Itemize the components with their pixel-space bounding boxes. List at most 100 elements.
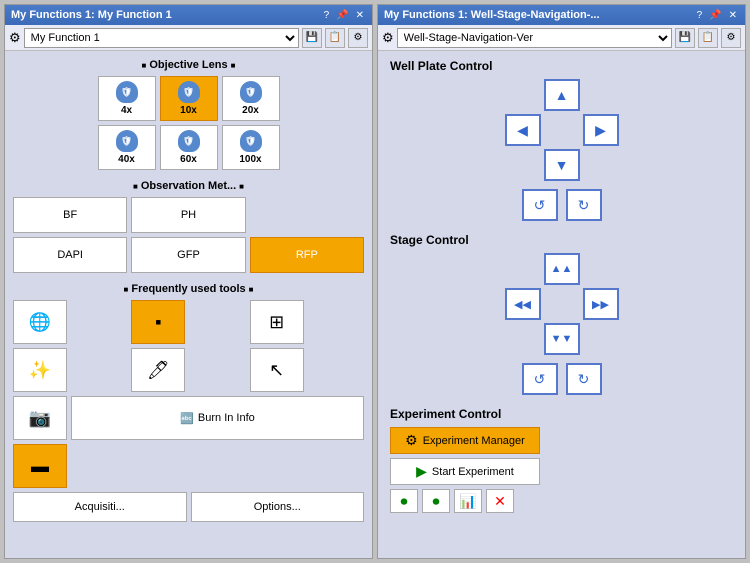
green-circle2-icon: ⏺ [433, 493, 440, 510]
exp-manager-label: Experiment Manager [423, 435, 525, 447]
right-panel: My Functions 1: Well-Stage-Navigation-..… [377, 4, 746, 559]
wp-rotate-right-btn[interactable]: ↻ [566, 189, 602, 221]
tool-split-btn[interactable]: ▪ [131, 300, 185, 344]
obs-gfp-btn[interactable]: GFP [131, 237, 245, 273]
right-save-btn[interactable]: 💾 [675, 28, 695, 48]
tool-wand-btn[interactable]: 🖊 [131, 348, 185, 392]
tool-cursor-btn[interactable]: ↖ [250, 348, 304, 392]
stage-rotate-row: ↺ ↻ [390, 363, 733, 395]
pin-btn[interactable]: 📌 [334, 10, 350, 21]
exp-manager-icon: ⚙ [405, 432, 418, 449]
experiment-manager-btn[interactable]: ⚙ Experiment Manager [390, 427, 540, 454]
help-btn[interactable]: ? [322, 10, 332, 21]
options-btn[interactable]: Options... [191, 492, 365, 522]
lens-4x-icon: 🛡 [116, 81, 138, 103]
frequently-used-section: Frequently used tools 🌐 ▪ ⊞ ✨ � [13, 283, 364, 522]
toolbar-export-btn[interactable]: 📋 [325, 28, 345, 48]
right-titlebar: My Functions 1: Well-Stage-Navigation-..… [378, 5, 745, 25]
right-content: Well Plate Control ▲ ◀ ▶ ▼ ↺ ↻ [378, 51, 745, 558]
green-circle1-icon: ⏺ [401, 493, 408, 510]
chart-icon: 📊 [459, 493, 476, 510]
stage-control-title: Stage Control [390, 233, 733, 247]
stage-control-section: Stage Control ▲▲ ◀◀ ▶▶ ▼▼ ↺ ↻ [390, 233, 733, 395]
grid-icon: ⊞ [269, 312, 284, 333]
wp-left-btn[interactable]: ◀ [505, 114, 541, 146]
right-help-btn[interactable]: ? [695, 10, 705, 21]
tool-sparkle-btn[interactable]: ✨ [13, 348, 67, 392]
wp-empty-tl [505, 79, 541, 111]
tool-globe-btn[interactable]: 🌐 [13, 300, 67, 344]
sc-empty-tl [505, 253, 541, 285]
function-icon: ⚙ [9, 30, 21, 46]
sc-right-fast-btn[interactable]: ▶▶ [583, 288, 619, 320]
exp-icon-green1-btn[interactable]: ⏺ [390, 489, 418, 513]
lens-4x-label: 4x [121, 105, 132, 116]
close-btn[interactable]: ✕ [354, 10, 366, 21]
frequently-used-title: Frequently used tools [124, 283, 254, 295]
start-exp-icon: ▶ [416, 463, 427, 480]
obs-bf-btn[interactable]: BF [13, 197, 127, 233]
acquisiti-btn[interactable]: Acquisiti... [13, 492, 187, 522]
exp-icon-redx-btn[interactable]: ✕ [486, 489, 514, 513]
wp-empty-tr [583, 79, 619, 111]
toolbar-save-btn[interactable]: 💾 [302, 28, 322, 48]
sparkle-icon: ✨ [29, 360, 51, 381]
observation-grid: BF PH DAPI GFP RFP [13, 197, 364, 273]
lens-60x-btn[interactable]: 🛡 60x [160, 125, 218, 170]
left-titlebar: My Functions 1: My Function 1 ? 📌 ✕ [5, 5, 372, 25]
right-close-btn[interactable]: ✕ [727, 10, 739, 21]
objective-lens-grid: 🛡 4x 🛡 10x 🛡 20x 🛡 40x 🛡 60x [98, 76, 280, 170]
lens-10x-btn[interactable]: 🛡 10x [160, 76, 218, 121]
function-select[interactable]: My Function 1 [24, 28, 299, 48]
wp-right-btn[interactable]: ▶ [583, 114, 619, 146]
right-settings-btn[interactable]: ⚙ [721, 28, 741, 48]
objective-lens-section: Objective Lens 🛡 4x 🛡 10x 🛡 20x 🛡 40x [13, 59, 364, 170]
sc-up-fast-btn[interactable]: ▲▲ [544, 253, 580, 285]
lens-4x-btn[interactable]: 🛡 4x [98, 76, 156, 121]
well-plate-title: Well Plate Control [390, 59, 733, 73]
tools-row5: Acquisiti... Options... [13, 492, 364, 522]
tool-camera-btn[interactable]: 📷 [13, 396, 67, 440]
right-function-select[interactable]: Well-Stage-Navigation-Ver [397, 28, 672, 48]
obs-ph-btn[interactable]: PH [131, 197, 245, 233]
tools-row3: 📷 🔤 Burn In Info [13, 396, 364, 440]
experiment-section: Experiment Control ⚙ Experiment Manager … [390, 407, 733, 513]
sc-rotate-right-btn[interactable]: ↻ [566, 363, 602, 395]
sc-left-fast-btn[interactable]: ◀◀ [505, 288, 541, 320]
exp-icon-chart-btn[interactable]: 📊 [454, 489, 482, 513]
right-export-btn[interactable]: 📋 [698, 28, 718, 48]
tools-row2: ✨ 🖊 ↖ [13, 348, 364, 392]
sc-rotate-left-btn[interactable]: ↺ [522, 363, 558, 395]
sc-down-fast-btn[interactable]: ▼▼ [544, 323, 580, 355]
tool-empty-slot [71, 444, 364, 488]
wp-rotate-left-btn[interactable]: ↺ [522, 189, 558, 221]
tool-record-btn[interactable]: ▬ [13, 444, 67, 488]
exp-icon-green2-btn[interactable]: ⏺ [422, 489, 450, 513]
toolbar-settings-btn[interactable]: ⚙ [348, 28, 368, 48]
tool-grid-btn[interactable]: ⊞ [250, 300, 304, 344]
lens-40x-btn[interactable]: 🛡 40x [98, 125, 156, 170]
lens-60x-icon: 🛡 [178, 130, 200, 152]
left-title: My Functions 1: My Function 1 [11, 9, 172, 21]
lens-20x-label: 20x [242, 105, 259, 116]
sc-empty-bl [505, 323, 541, 355]
right-pin-btn[interactable]: 📌 [707, 10, 723, 21]
burn-info-label: Burn In Info [198, 412, 255, 424]
sc-empty-tr [583, 253, 619, 285]
wp-center [544, 114, 580, 146]
observation-section: Observation Met... BF PH DAPI GFP RFP [13, 180, 364, 273]
lens-40x-label: 40x [118, 154, 135, 165]
start-experiment-btn[interactable]: ▶ Start Experiment [390, 458, 540, 485]
wp-up-btn[interactable]: ▲ [544, 79, 580, 111]
obs-dapi-btn[interactable]: DAPI [13, 237, 127, 273]
wp-down-btn[interactable]: ▼ [544, 149, 580, 181]
lens-20x-btn[interactable]: 🛡 20x [222, 76, 280, 121]
lens-100x-label: 100x [239, 154, 261, 165]
well-plate-section: Well Plate Control ▲ ◀ ▶ ▼ ↺ ↻ [390, 59, 733, 221]
tool-burn-info-btn[interactable]: 🔤 Burn In Info [71, 396, 364, 440]
experiment-title: Experiment Control [390, 407, 733, 421]
right-titlebar-controls: ? 📌 ✕ [695, 10, 739, 21]
well-plate-nav-grid: ▲ ◀ ▶ ▼ [390, 79, 733, 181]
lens-100x-btn[interactable]: 🛡 100x [222, 125, 280, 170]
obs-rfp-btn[interactable]: RFP [250, 237, 364, 273]
